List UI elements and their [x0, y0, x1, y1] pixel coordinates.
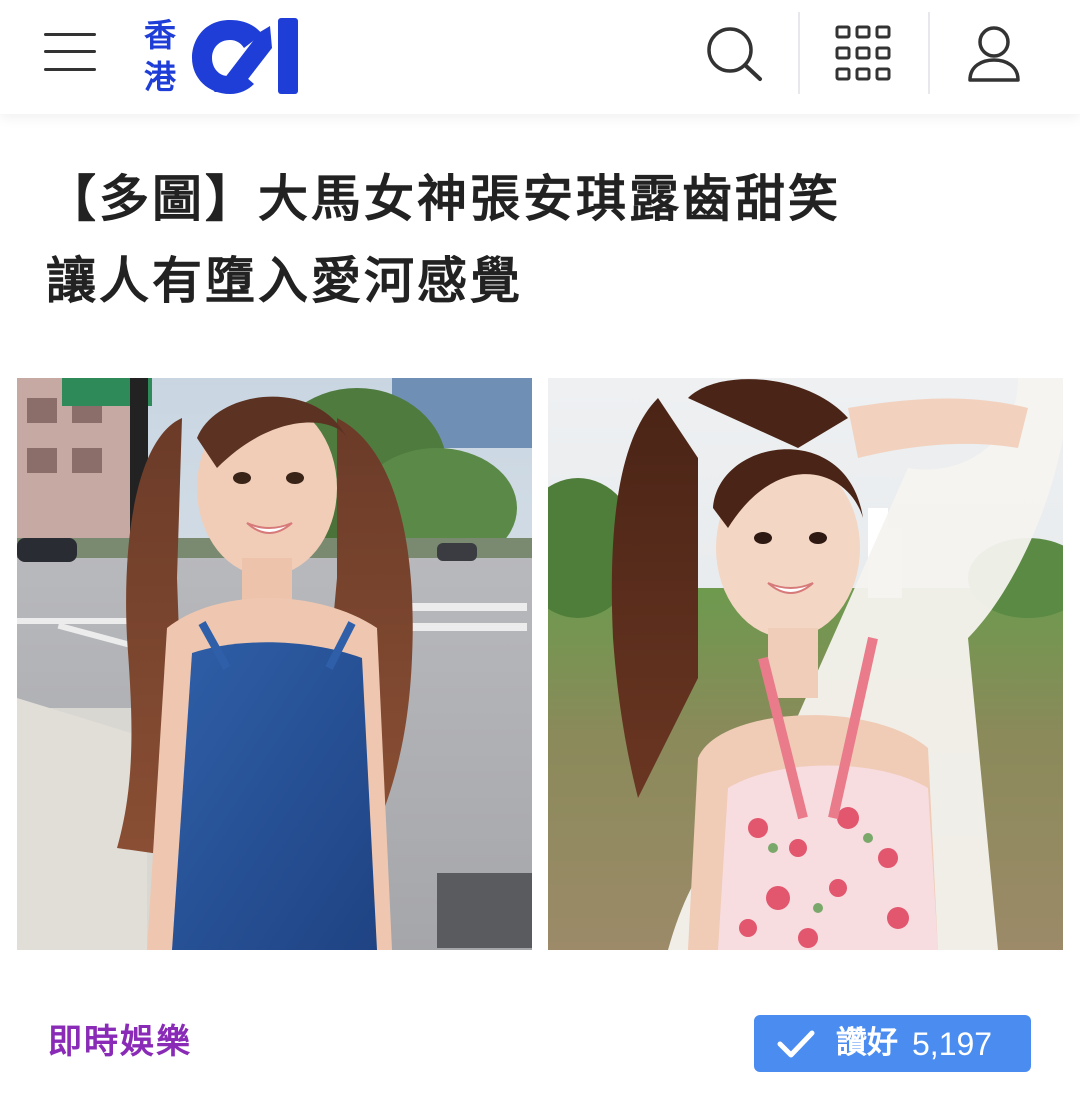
user-account-button[interactable]: [962, 22, 1026, 86]
like-count: 5,197: [912, 1026, 993, 1062]
article-photo-left[interactable]: [17, 378, 532, 950]
header-divider: [798, 12, 800, 94]
grid-apps-icon: [835, 25, 891, 81]
category-link[interactable]: 即時娛樂: [48, 1018, 192, 1066]
hk01-logo[interactable]: 香 港: [138, 12, 306, 100]
article-title-line-2: 讓人有墮入愛河感覺: [46, 252, 523, 310]
search-icon: [707, 27, 762, 81]
logo-chinese-text: 香 港: [143, 16, 176, 96]
apps-menu-button[interactable]: [832, 22, 896, 86]
check-icon: [777, 1030, 815, 1058]
article-title-line-1: 【多圖】大馬女神張安琪露齒甜笑: [46, 170, 841, 228]
top-navigation-bar: 香 港: [0, 0, 1080, 114]
like-label: 讚好: [836, 1025, 898, 1061]
menu-icon[interactable]: [44, 30, 96, 74]
like-button[interactable]: 讚好 5,197: [754, 1015, 1031, 1072]
article-title: 【多圖】大馬女神張安琪露齒甜笑 讓人有墮入愛河感覺: [46, 158, 1046, 322]
logo-01-mark: [192, 18, 298, 94]
search-button[interactable]: [702, 22, 766, 86]
header-divider: [928, 12, 930, 94]
user-icon: [968, 26, 1020, 82]
article-photo-right[interactable]: [548, 378, 1063, 950]
page: 香 港 【多圖】大馬女神張安琪露齒甜笑 讓人有墮入愛河感覺 即時娛樂 讚好 5,…: [0, 0, 1080, 1095]
